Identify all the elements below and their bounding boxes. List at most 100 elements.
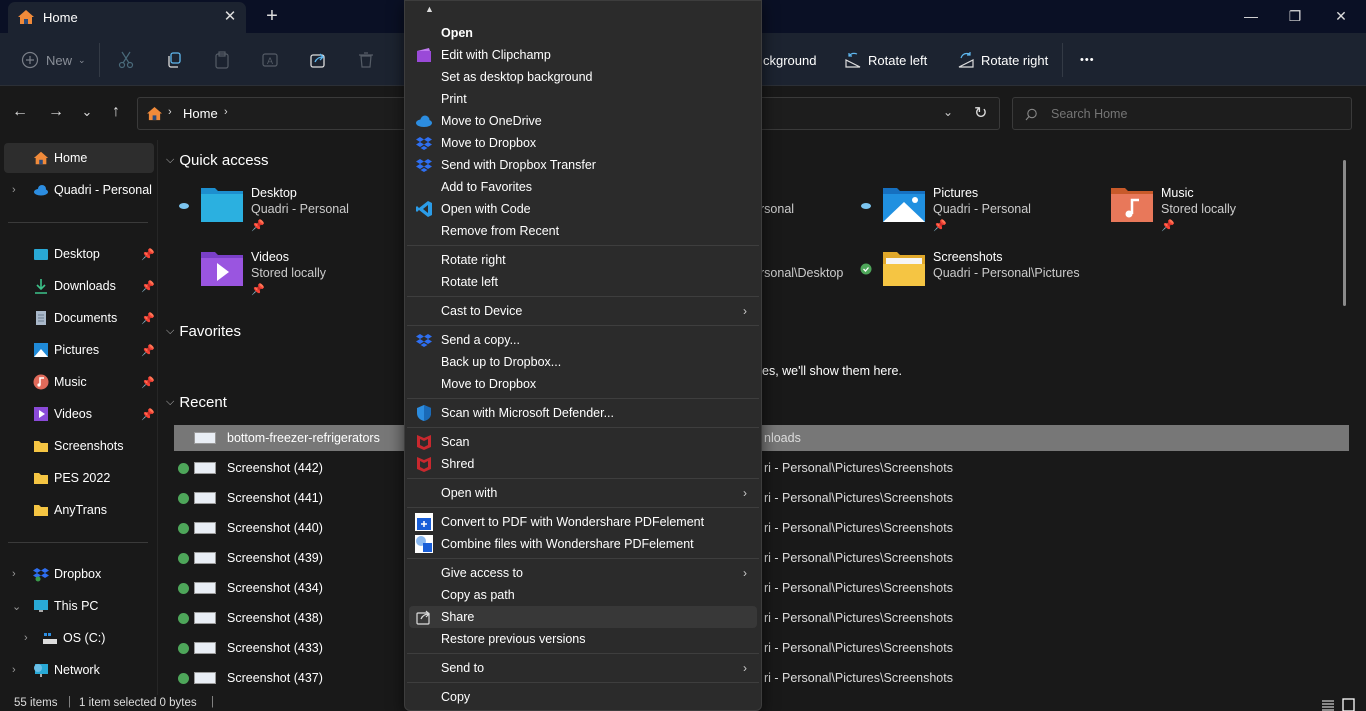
- menu-item-rotate-left[interactable]: Rotate left: [409, 271, 757, 293]
- menu-item-label: Cast to Device: [441, 304, 523, 318]
- menu-item-label: Copy as path: [441, 588, 515, 602]
- delete-button[interactable]: [356, 47, 376, 73]
- vertical-scrollbar[interactable]: [1343, 160, 1346, 306]
- menu-item-send-with-dropbox-transfer[interactable]: Send with Dropbox Transfer: [409, 154, 757, 176]
- tiles-view-icon[interactable]: [1342, 698, 1355, 711]
- menu-item-open[interactable]: Open: [409, 22, 757, 44]
- chevron-right-icon[interactable]: ›: [12, 568, 16, 580]
- menu-scroll-up-button[interactable]: ▲: [425, 4, 434, 14]
- sidebar-item-home[interactable]: Home: [4, 143, 154, 173]
- pin-icon[interactable]: 📌: [141, 280, 155, 293]
- menu-item-add-to-favorites[interactable]: Add to Favorites: [409, 176, 757, 198]
- new-button[interactable]: New ⌄: [20, 47, 86, 73]
- folder-icon: [34, 441, 48, 452]
- cut-button[interactable]: [116, 47, 136, 73]
- menu-item-send-to[interactable]: Send to ›: [409, 657, 757, 679]
- up-button[interactable]: ↑: [106, 102, 126, 122]
- recent-locations-button[interactable]: ⌄: [77, 102, 97, 122]
- menu-item-set-as-desktop-background[interactable]: Set as desktop background: [409, 66, 757, 88]
- menu-item-give-access-to[interactable]: Give access to ›: [409, 562, 757, 584]
- back-button[interactable]: ←: [10, 102, 30, 122]
- menu-item-scan[interactable]: Scan: [409, 431, 757, 453]
- pin-icon[interactable]: 📌: [141, 312, 155, 325]
- menu-item-back-up-to-dropbox[interactable]: Back up to Dropbox...: [409, 351, 757, 373]
- quick-access-music[interactable]: Music Stored locally 📌: [1088, 186, 1308, 242]
- pin-icon[interactable]: 📌: [141, 344, 155, 357]
- quick-access-desktop[interactable]: Desktop Quadri - Personal 📌: [178, 186, 398, 242]
- search-box[interactable]: [1012, 97, 1352, 130]
- refresh-button[interactable]: ↻: [974, 103, 987, 123]
- sidebar-item-pes-2022[interactable]: PES 2022: [4, 463, 154, 493]
- minimize-button[interactable]: —: [1236, 3, 1266, 29]
- menu-item-remove-from-recent[interactable]: Remove from Recent: [409, 220, 757, 242]
- sidebar-item-screenshots[interactable]: Screenshots: [4, 431, 154, 461]
- sidebar-item-anytrans[interactable]: AnyTrans: [4, 495, 154, 525]
- more-options-button[interactable]: •••: [1080, 47, 1095, 73]
- set-background-button[interactable]: ckground: [763, 47, 816, 73]
- menu-item-copy-as-path[interactable]: Copy as path: [409, 584, 757, 606]
- menu-item-scan-with-microsoft-defender[interactable]: Scan with Microsoft Defender...: [409, 402, 757, 424]
- menu-item-open-with-code[interactable]: Open with Code: [409, 198, 757, 220]
- menu-item-shred[interactable]: Shred: [409, 453, 757, 475]
- details-view-icon[interactable]: [1321, 699, 1335, 711]
- sidebar-item-pictures[interactable]: Pictures 📌: [4, 335, 155, 365]
- menu-item-share[interactable]: Share: [409, 606, 757, 628]
- menu-item-move-to-dropbox[interactable]: Move to Dropbox: [409, 132, 757, 154]
- sidebar-item-this-pc[interactable]: ⌄ This PC: [4, 591, 154, 621]
- rotate-left-button[interactable]: Rotate left: [843, 47, 927, 73]
- quick-access-screenshots[interactable]: Screenshots Quadri - Personal\Pictures: [860, 250, 1080, 306]
- chevron-down-icon[interactable]: ⌄: [12, 600, 21, 613]
- menu-item-edit-with-clipchamp[interactable]: Edit with Clipchamp: [409, 44, 757, 66]
- pin-icon[interactable]: 📌: [141, 248, 155, 261]
- chevron-right-icon[interactable]: ›: [12, 664, 16, 676]
- menu-item-convert-to-pdf-with-wondershare-pdfelement[interactable]: Convert to PDF with Wondershare PDFeleme…: [409, 511, 757, 533]
- copy-button[interactable]: [164, 47, 184, 73]
- menu-item-move-to-dropbox[interactable]: Move to Dropbox: [409, 373, 757, 395]
- quick-access-videos[interactable]: Videos Stored locally 📌: [178, 250, 398, 306]
- videos-folder-icon: [201, 252, 243, 286]
- forward-button[interactable]: →: [46, 102, 66, 122]
- sidebar-item-downloads[interactable]: Downloads 📌: [4, 271, 155, 301]
- sidebar-item-onedrive[interactable]: › Quadri - Personal: [4, 175, 154, 205]
- paste-button[interactable]: [212, 47, 232, 73]
- pin-icon[interactable]: 📌: [141, 408, 155, 421]
- quick-access-pictures[interactable]: Pictures Quadri - Personal 📌: [860, 186, 1080, 242]
- quick-access-header[interactable]: ⌵ Quick access: [166, 152, 269, 169]
- new-tab-button[interactable]: +: [262, 6, 282, 26]
- sidebar-item-network[interactable]: › Network: [4, 655, 154, 685]
- menu-item-print[interactable]: Print: [409, 88, 757, 110]
- menu-item-open-with[interactable]: Open with ›: [409, 482, 757, 504]
- maximize-button[interactable]: ❐: [1280, 3, 1310, 29]
- recent-header[interactable]: ⌵ Recent: [166, 394, 227, 411]
- chevron-right-icon[interactable]: ›: [12, 184, 16, 196]
- context-menu: ▲ Open Edit with Clipchamp Set as desktop …: [404, 0, 762, 711]
- sidebar-item-videos[interactable]: Videos 📌: [4, 399, 155, 429]
- menu-item-send-a-copy[interactable]: Send a copy...: [409, 329, 757, 351]
- sidebar-item-desktop[interactable]: Desktop 📌: [4, 239, 155, 269]
- sidebar-item-dropbox[interactable]: › Dropbox: [4, 559, 154, 589]
- menu-item-restore-previous-versions[interactable]: Restore previous versions: [409, 628, 757, 650]
- divider: [1062, 43, 1063, 77]
- menu-item-combine-files-with-wondershare-pdfelement[interactable]: Combine files with Wondershare PDFelemen…: [409, 533, 757, 555]
- chevron-right-icon[interactable]: ›: [24, 632, 28, 644]
- tab-home[interactable]: Home ✕: [8, 2, 246, 33]
- file-thumbnail-icon: [194, 462, 216, 474]
- tab-close-button[interactable]: ✕: [220, 7, 240, 27]
- rotate-right-button[interactable]: Rotate right: [956, 47, 1048, 73]
- menu-item-move-to-onedrive[interactable]: Move to OneDrive: [409, 110, 757, 132]
- sidebar-item-documents[interactable]: Documents 📌: [4, 303, 155, 333]
- share-button[interactable]: [308, 47, 328, 73]
- menu-item-rotate-right[interactable]: Rotate right: [409, 249, 757, 271]
- rename-button[interactable]: A: [260, 47, 280, 73]
- sidebar-item-music[interactable]: Music 📌: [4, 367, 155, 397]
- file-thumbnail-icon: [194, 672, 216, 684]
- menu-item-copy[interactable]: Copy: [409, 686, 757, 708]
- address-dropdown-icon[interactable]: ⌄: [943, 105, 953, 119]
- breadcrumb-home[interactable]: Home: [183, 106, 218, 121]
- pin-icon[interactable]: 📌: [141, 376, 155, 389]
- close-window-button[interactable]: ✕: [1326, 3, 1356, 29]
- search-input[interactable]: [1051, 104, 1341, 124]
- favorites-header[interactable]: ⌵ Favorites: [166, 323, 241, 340]
- sidebar-item-os-c[interactable]: › OS (C:): [4, 623, 154, 653]
- menu-item-cast-to-device[interactable]: Cast to Device ›: [409, 300, 757, 322]
